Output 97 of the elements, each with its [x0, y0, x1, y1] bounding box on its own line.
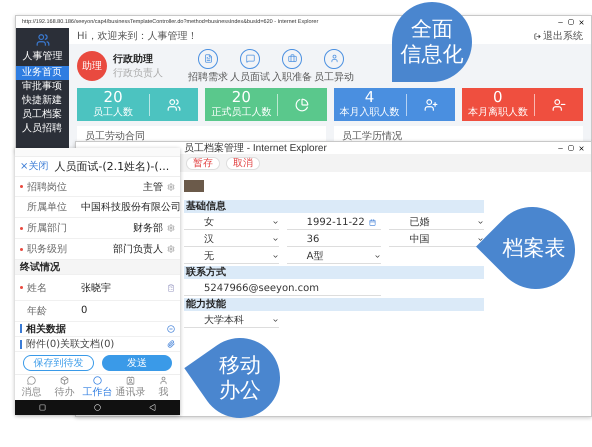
form-field[interactable]: 汉 [184, 232, 279, 247]
callout-text: 全面 [411, 17, 453, 42]
sidebar-item[interactable]: 员工档案 [16, 108, 69, 122]
maximize-icon[interactable] [568, 19, 574, 25]
close-icon[interactable] [578, 18, 585, 26]
chevron-icon [476, 218, 484, 226]
section-header: 能力技能 [184, 298, 484, 311]
form-title: 人员面试-(2.1姓名)-(... [54, 158, 170, 174]
sidebar-item[interactable]: 业务首页 [16, 66, 69, 80]
form-field[interactable]: 已婚 [389, 215, 484, 230]
chevron-icon [476, 236, 484, 242]
shortcut-icon[interactable] [282, 48, 302, 68]
shortcut-label[interactable]: 人员面试 [230, 70, 270, 84]
tab-bar-item[interactable]: 消息 [15, 375, 48, 400]
field-value[interactable]: 主管 [81, 180, 163, 194]
shortcut-icon[interactable] [324, 48, 344, 68]
stat-label: 正式员工人数 [211, 106, 272, 119]
form-field[interactable]: 36 [286, 232, 382, 247]
logout-link[interactable]: 退出系统 [543, 29, 583, 43]
chevron-icon [272, 236, 279, 242]
chevron-icon [272, 316, 279, 324]
callout-text: 移动 [219, 353, 261, 378]
field-value[interactable]: 0 [81, 305, 175, 316]
section-title: 终试情况 [20, 260, 60, 274]
tab-icon[interactable] [93, 376, 102, 385]
role-name: 行政助理 [113, 52, 154, 66]
tab-icon[interactable] [60, 376, 69, 385]
stat-value: 0 [493, 90, 503, 105]
home-icon[interactable] [94, 404, 101, 411]
shortcut-label[interactable]: 员工异动 [314, 70, 354, 84]
tab-bar-item[interactable]: 通讯录 [114, 375, 147, 400]
gear-icon[interactable] [167, 224, 175, 232]
tab-bar-item[interactable]: 我 [147, 375, 180, 400]
role-avatar: 助理 [77, 51, 107, 81]
close-icon[interactable] [578, 144, 585, 152]
stat-value: 20 [104, 90, 123, 105]
collapse-icon[interactable] [167, 324, 175, 333]
callout-text: 办公 [219, 378, 261, 403]
back-icon[interactable] [149, 404, 156, 411]
section-header: 基础信息 [184, 200, 484, 213]
section-title: 相关数据 [26, 322, 66, 336]
toolbar-button[interactable]: 取消 [226, 156, 260, 170]
section-header: 联系方式 [184, 266, 484, 279]
close-button[interactable]: ×关闭 [20, 159, 48, 174]
shortcut-label[interactable]: 招聘需求 [188, 70, 228, 84]
stat-value: 20 [232, 90, 251, 105]
form-field[interactable]: 5247966@seeyon.com [184, 281, 382, 296]
field-label: 所属单位 [27, 200, 68, 214]
shortcut-icon[interactable] [198, 48, 218, 68]
field-label: 年龄 [27, 304, 48, 318]
paperclip-icon[interactable] [167, 340, 175, 348]
form-field[interactable]: 女 [184, 215, 279, 230]
role-description: 行政负责人 [113, 66, 163, 80]
form-field[interactable]: 1992-11-22 [286, 215, 382, 230]
gear-icon[interactable] [167, 245, 175, 254]
sidebar-item[interactable]: 审批事项 [16, 80, 69, 94]
recent-apps-icon[interactable] [39, 404, 46, 411]
field-label: 职务级别 [27, 243, 68, 256]
form-field[interactable]: 大学本科 [184, 313, 279, 328]
gear-icon[interactable] [167, 182, 175, 190]
stat-label: 员工人数 [93, 106, 134, 119]
field-label: 姓名 [27, 282, 48, 294]
shortcut-label[interactable]: 入职准备 [272, 70, 312, 84]
chevron-icon [272, 252, 279, 260]
list-icon[interactable] [167, 284, 175, 292]
field-value[interactable]: 中国科技股份有限公司 [81, 200, 181, 214]
greeting-text: Hi，欢迎来到：人事管理！ [77, 30, 198, 43]
stat-card[interactable]: 0 本月离职人数 [462, 88, 583, 121]
stat-label: 本月入职人数 [340, 106, 400, 119]
form-field[interactable]: A型 [286, 249, 382, 264]
stat-value: 4 [364, 90, 374, 105]
chevron-icon [374, 252, 382, 260]
attachment-link[interactable]: 附件(0)关联文档(0) [26, 337, 114, 352]
maximize-icon[interactable] [568, 145, 574, 151]
field-value[interactable]: 财务部 [81, 221, 163, 236]
tab-icon[interactable] [159, 376, 168, 385]
field-label: 所属部门 [27, 222, 68, 236]
field-value[interactable]: 张晓宇 [81, 280, 163, 294]
calendar-icon [368, 218, 376, 226]
callout-text: 信息化 [400, 42, 464, 67]
tab-bar-item[interactable]: 待办 [48, 375, 81, 400]
toolbar-button[interactable]: 暂存 [186, 156, 220, 170]
sidebar-item[interactable]: 人员招聘 [16, 122, 69, 136]
tab-icon[interactable] [126, 376, 135, 385]
callout-text: 档案表 [502, 236, 566, 260]
photo-placeholder [184, 180, 204, 192]
tab-bar-item[interactable]: 工作台 [81, 375, 114, 400]
tab-icon[interactable] [27, 376, 36, 385]
form-field[interactable]: 无 [184, 249, 279, 264]
sidebar-item[interactable]: 快捷新建 [16, 94, 69, 108]
field-value[interactable]: 部门负责人 [81, 242, 163, 256]
logout-icon[interactable] [534, 32, 541, 40]
stat-label: 本月离职人数 [468, 106, 528, 119]
app-name: 人事管理 [22, 50, 64, 63]
shortcut-icon[interactable] [240, 48, 260, 68]
field-label: 招聘岗位 [27, 180, 68, 194]
chevron-icon [272, 218, 279, 226]
